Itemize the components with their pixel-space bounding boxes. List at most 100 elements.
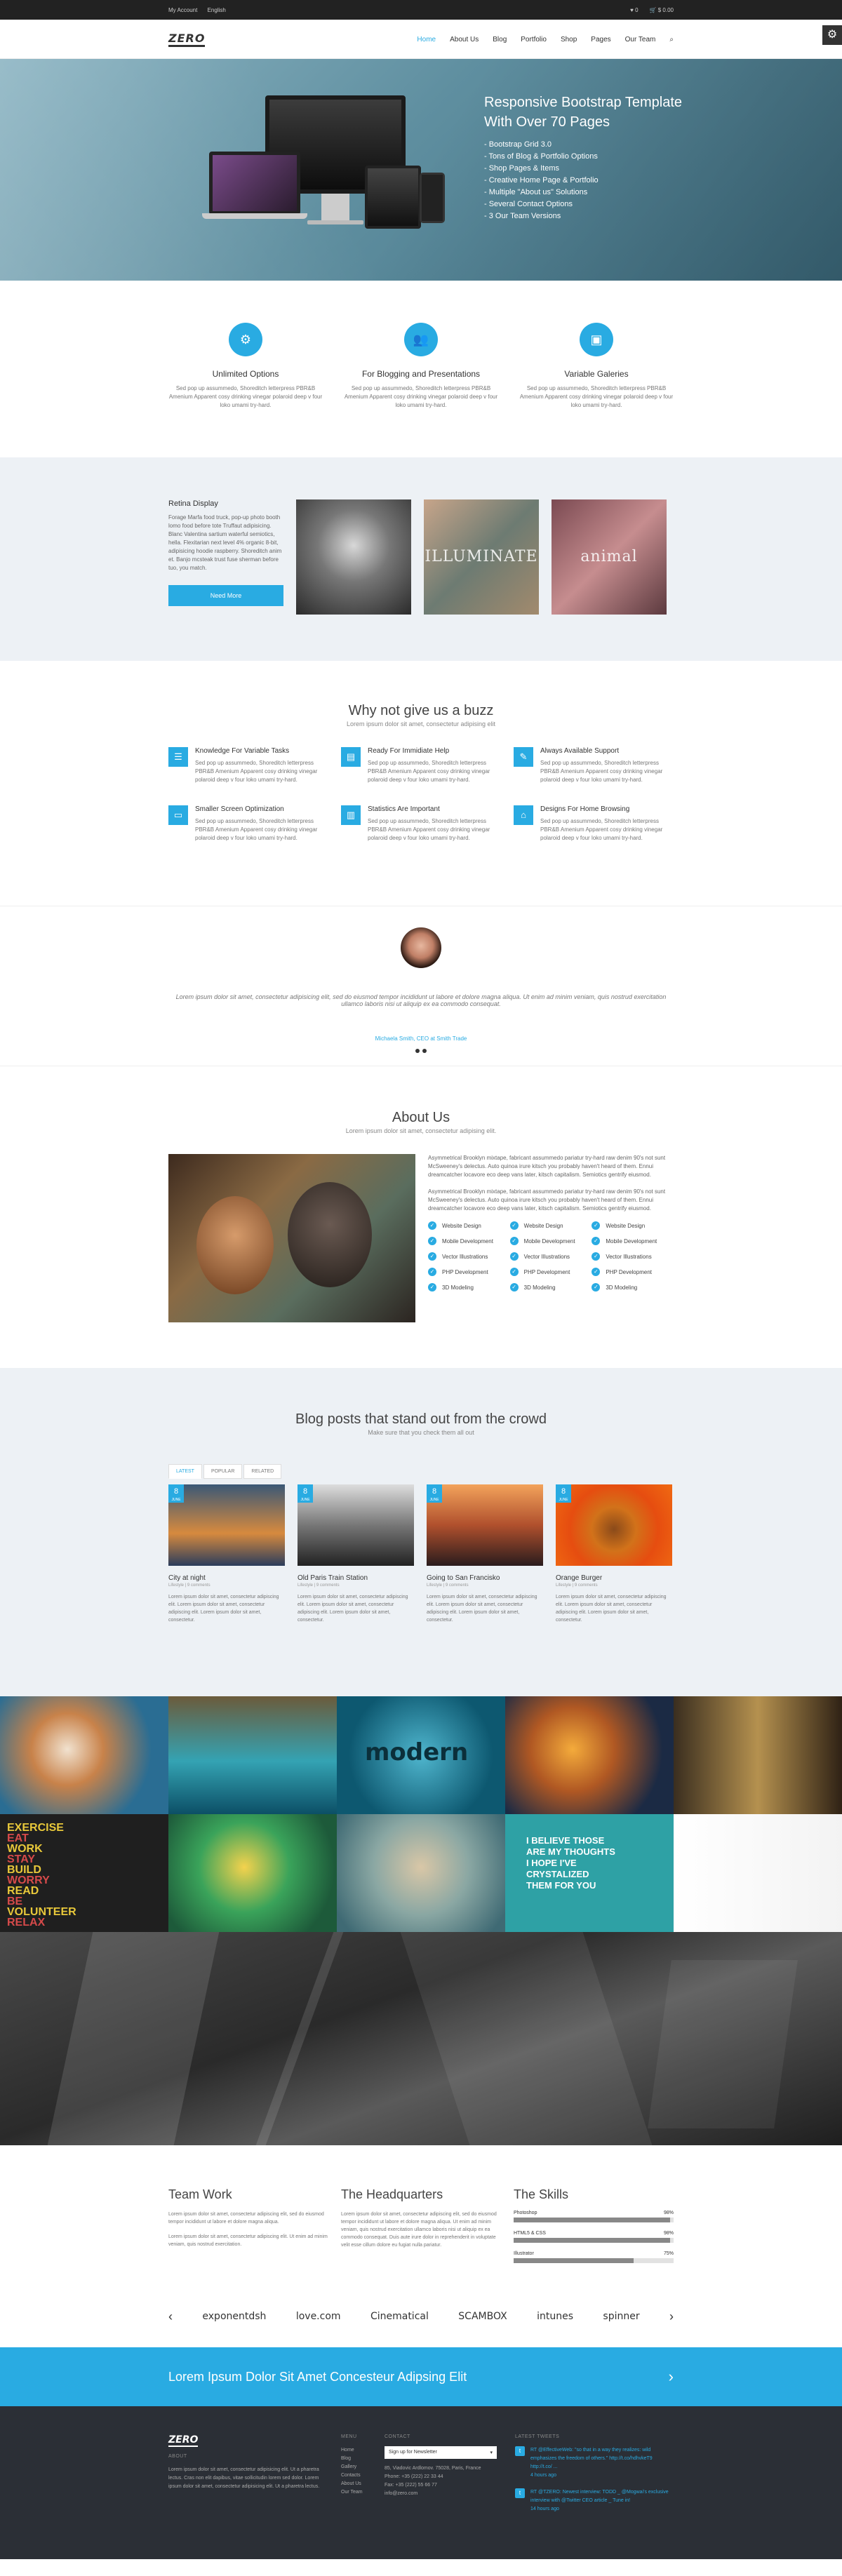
retina-title: Retina Display xyxy=(168,499,218,508)
about-paragraph: Asymmetrical Brooklyn mixtape, fabricant… xyxy=(428,1155,666,1178)
blog-post[interactable]: 8 JUNE City at night Lifestyle | 9 commen… xyxy=(168,1484,285,1624)
retina-text: Forage Marfa food truck, pop-up photo bo… xyxy=(168,514,282,571)
feature-text: Sed pop up assummedo, Shoreditch letterp… xyxy=(344,385,498,408)
newsletter-select[interactable]: Sign up for Newsletter ▾ xyxy=(385,2446,497,2459)
info-section: Team Work Lorem ipsum dolor sit amet, co… xyxy=(0,2145,842,2286)
client-logo: love.com xyxy=(295,2311,341,2322)
twitter-icon: t xyxy=(515,2446,525,2456)
hero-bullet: - Creative Home Page & Portfolio xyxy=(484,176,599,185)
tab-related[interactable]: RELATED xyxy=(243,1464,282,1479)
gallery-item[interactable] xyxy=(0,1696,168,1814)
need-more-button[interactable]: Need More xyxy=(168,585,283,606)
gallery-item[interactable]: modern xyxy=(337,1696,505,1814)
post-title: Going to San Francisko xyxy=(427,1574,500,1582)
nav-item-home[interactable]: Home xyxy=(417,36,436,43)
buzz-title: Why not give us a buzz xyxy=(348,703,494,718)
tab-popular[interactable]: POPULAR xyxy=(203,1464,243,1479)
users-icon: 👥 xyxy=(404,323,438,356)
gallery-item[interactable] xyxy=(168,1814,337,1932)
briefcase-icon: ▤ xyxy=(341,747,361,767)
gallery-item[interactable] xyxy=(168,1696,337,1814)
footer-link[interactable]: Blog xyxy=(341,2455,372,2463)
avatar xyxy=(401,927,441,968)
hero-bullet: - Shop Pages & Items xyxy=(484,164,559,173)
chevron-right-icon[interactable]: › xyxy=(669,2368,674,2386)
footer-phone: Phone: +35 (222) 22 33 44 xyxy=(385,2474,443,2479)
post-title: Old Paris Train Station xyxy=(298,1574,368,1582)
retina-thumb-mountain[interactable] xyxy=(296,499,411,615)
retina-thumb-animal[interactable]: animal xyxy=(552,499,667,615)
post-date: 8 JUNE xyxy=(556,1484,571,1503)
hero-bullet: - Bootstrap Grid 3.0 xyxy=(484,140,552,149)
check-icon: ✓ xyxy=(428,1237,436,1245)
footer-email[interactable]: info@zero.com xyxy=(385,2490,502,2498)
gallery-item[interactable] xyxy=(674,1696,842,1814)
blog-post[interactable]: 8 JUNE Old Paris Train Station Lifestyle … xyxy=(298,1484,414,1624)
check-icon: ✓ xyxy=(592,1283,601,1292)
feature-block: ⚙ Unlimited Options Sed pop up assummedo… xyxy=(168,323,323,410)
nav-item-about[interactable]: About Us xyxy=(450,36,479,43)
logo[interactable]: ZERO xyxy=(168,32,206,47)
nav-item-pages[interactable]: Pages xyxy=(591,36,610,43)
team-title: Team Work xyxy=(168,2187,232,2201)
footer-link[interactable]: Contacts xyxy=(341,2471,372,2480)
settings-gear-icon[interactable]: ⚙ xyxy=(822,25,842,45)
nav-item-blog[interactable]: Blog xyxy=(493,36,507,43)
footer-contact-title: CONTACT xyxy=(385,2434,410,2439)
testimonial-author[interactable]: Michaela Smith, CEO at Smith Trade xyxy=(0,1035,842,1042)
my-account-link[interactable]: My Account xyxy=(168,7,197,13)
pager-dot[interactable] xyxy=(422,1049,427,1053)
skill-bar xyxy=(514,2238,674,2243)
gallery-item[interactable]: EXERCISE EAT WORK STAY BUILD WORRY READ BE VOLUN… xyxy=(0,1814,168,1932)
tab-latest[interactable]: LATEST xyxy=(168,1464,202,1479)
prev-arrow-icon[interactable]: ‹ xyxy=(168,2309,173,2324)
buzz-subtitle: Lorem ipsum dolor sit amet, consectetur … xyxy=(346,720,496,727)
tweet: t RT @TZERO: Newest interview: TODD _ @Mo… xyxy=(515,2488,671,2514)
nav-item-portfolio[interactable]: Portfolio xyxy=(521,36,547,43)
nav-item-team[interactable]: Our Team xyxy=(625,36,656,43)
post-image: 8 JUNE xyxy=(556,1484,672,1566)
footer-link[interactable]: Our Team xyxy=(341,2488,372,2497)
home-icon: ⌂ xyxy=(514,805,533,825)
nav-item-shop[interactable]: Shop xyxy=(561,36,577,43)
retina-thumb-illuminate[interactable]: ILLUMINATE xyxy=(424,499,539,615)
cart-link[interactable]: 🛒 $ 0.00 xyxy=(650,7,674,13)
chart-icon: ▥ xyxy=(341,805,361,825)
cta-banner[interactable]: Lorem Ipsum Dolor Sit Amet Concesteur Ad… xyxy=(0,2347,842,2406)
wishlist-link[interactable]: ♥ 0 xyxy=(630,7,638,13)
footer-about-title: ABOUT xyxy=(168,2454,187,2459)
post-meta: Lifestyle | 9 comments xyxy=(427,1583,469,1588)
blog-post[interactable]: 8 JUNE Orange Burger Lifestyle | 9 commen… xyxy=(556,1484,672,1624)
gallery-item[interactable] xyxy=(505,1696,674,1814)
post-meta: Lifestyle | 9 comments xyxy=(298,1583,340,1588)
clients-carousel: ‹ exponentdsh love.com Cinematical SCAMB… xyxy=(0,2286,842,2347)
monitor-icon: ▭ xyxy=(168,805,188,825)
footer-link[interactable]: About Us xyxy=(341,2480,372,2488)
check-icon: ✓ xyxy=(592,1221,601,1230)
client-logo: exponentdsh xyxy=(202,2311,267,2322)
footer-link[interactable]: Gallery xyxy=(341,2463,372,2471)
gallery-item[interactable]: I BELIEVE THOSE ARE MY THOUGHTS I HOPE I'V… xyxy=(505,1814,674,1932)
feature-block: ▣ Variable Galeries Sed pop up assummedo… xyxy=(519,323,674,410)
gallery-item[interactable] xyxy=(337,1814,505,1932)
blog-post[interactable]: 8 JUNE Going to San Francisko Lifestyle |… xyxy=(427,1484,543,1624)
feature-text: Sed pop up assummedo, Shoreditch letterp… xyxy=(168,385,323,408)
tweet: t RT @EffectiveWeb: "so that in a way the… xyxy=(515,2446,671,2480)
list-icon: ☰ xyxy=(168,747,188,767)
blog-section: Blog posts that stand out from the crowd… xyxy=(0,1368,842,1696)
about-image xyxy=(168,1154,415,1322)
post-date: 8 JUNE xyxy=(298,1484,313,1503)
footer-link[interactable]: Home xyxy=(341,2446,372,2455)
gallery-item[interactable] xyxy=(674,1814,842,1932)
twitter-icon: t xyxy=(515,2488,525,2498)
language-select[interactable]: English xyxy=(208,7,226,13)
post-date: 8 JUNE xyxy=(427,1484,442,1503)
post-title: Orange Burger xyxy=(556,1574,603,1582)
check-icon: ✓ xyxy=(509,1252,519,1261)
pager-dot[interactable] xyxy=(415,1049,420,1053)
about-subtitle: Lorem ipsum dolor sit amet, consectetur … xyxy=(345,1127,497,1134)
next-arrow-icon[interactable]: › xyxy=(669,2309,674,2324)
hq-title: The Headquarters xyxy=(341,2187,443,2201)
search-icon[interactable]: ⌕ xyxy=(669,36,674,43)
check-icon: ✓ xyxy=(428,1221,436,1230)
